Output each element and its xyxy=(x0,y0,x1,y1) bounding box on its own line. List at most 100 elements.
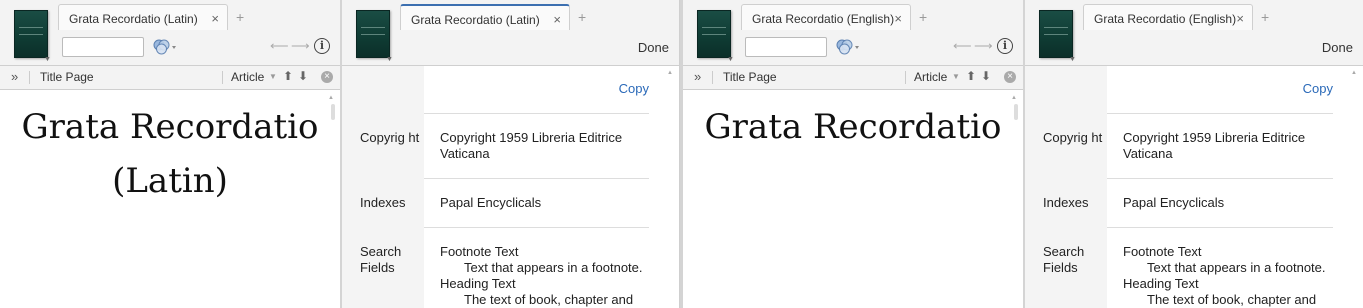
field-name: Heading Text xyxy=(1123,276,1199,291)
close-icon[interactable]: × xyxy=(211,11,219,26)
document-title-line: (Latin) xyxy=(112,161,228,201)
copyright-value: Copyright 1959 Libreria Editrice Vatican… xyxy=(440,130,623,161)
search-input[interactable] xyxy=(745,37,827,57)
field-name: Heading Text xyxy=(440,276,516,291)
close-icon[interactable]: × xyxy=(553,12,561,27)
chevron-down-icon[interactable]: ▼ xyxy=(952,72,960,81)
tab-strip: Grata Recordatio (English) × + xyxy=(741,4,1023,30)
title-page-button[interactable]: Title Page xyxy=(40,70,94,84)
book-cover-thumbnail[interactable] xyxy=(697,10,731,58)
panel-header: ▼ Grata Recordatio (Latin) × + ⟵ ⟶ i xyxy=(0,0,340,66)
scrollbar-thumb[interactable] xyxy=(331,104,335,120)
scroll-up-icon[interactable]: ▲ xyxy=(1351,70,1357,76)
panel-latin-document: ▼ Grata Recordatio (Latin) × + ⟵ ⟶ i » T… xyxy=(0,0,340,308)
forward-arrow-icon[interactable]: ⟶ xyxy=(291,38,310,54)
tab-grata-recordatio-english[interactable]: Grata Recordatio (English) × xyxy=(1083,4,1253,30)
toolbar-divider xyxy=(712,71,713,84)
scrollbar-thumb[interactable] xyxy=(1014,104,1018,120)
tab-label: Grata Recordatio (Latin) xyxy=(411,13,540,27)
clear-icon[interactable]: × xyxy=(1004,71,1016,83)
expand-icon[interactable]: » xyxy=(11,69,18,84)
done-button[interactable]: Done xyxy=(1322,40,1353,55)
book-cover-thumbnail[interactable] xyxy=(14,10,48,58)
document-title-line: Grata Recordatio xyxy=(21,107,319,147)
book-cover-thumbnail[interactable] xyxy=(1039,10,1073,58)
done-button[interactable]: Done xyxy=(638,40,669,55)
title-page-button[interactable]: Title Page xyxy=(723,70,777,84)
field-name: Footnote Text xyxy=(1123,244,1202,259)
close-icon[interactable]: × xyxy=(894,11,902,26)
tab-label: Grata Recordatio (English) xyxy=(752,12,895,26)
indexes-label: Indexes xyxy=(1043,195,1089,210)
search-fields-value: Footnote Text Text that appears in a foo… xyxy=(440,244,655,308)
article-dropdown[interactable]: Article xyxy=(231,70,264,84)
search-fields-label: Search Fields xyxy=(1043,244,1085,275)
panel-header: ▼ Grata Recordatio (English) × + Done xyxy=(1025,0,1363,66)
chevron-down-icon[interactable]: ▼ xyxy=(386,56,393,63)
add-tab-icon[interactable]: + xyxy=(578,9,586,25)
back-arrow-icon[interactable]: ⟵ xyxy=(953,38,972,54)
down-arrow-icon[interactable]: ⬇ xyxy=(298,69,308,83)
panel-header: ▼ Grata Recordatio (English) × + ⟵ ⟶ i xyxy=(683,0,1023,66)
toolbar-divider xyxy=(222,71,223,84)
divider xyxy=(1107,113,1333,114)
add-tab-icon[interactable]: + xyxy=(236,9,244,25)
tab-grata-recordatio-latin[interactable]: Grata Recordatio (Latin) × xyxy=(400,4,570,30)
chevron-down-icon[interactable]: ▼ xyxy=(44,56,51,63)
tab-strip: Grata Recordatio (Latin) × + xyxy=(58,4,340,30)
copy-link[interactable]: Copy xyxy=(619,81,649,96)
resources-icon[interactable] xyxy=(152,38,178,56)
info-icon[interactable]: i xyxy=(314,38,330,54)
tab-label: Grata Recordatio (English) xyxy=(1094,12,1237,26)
close-icon[interactable]: × xyxy=(1236,11,1244,26)
indexes-value: Papal Encyclicals xyxy=(440,195,542,210)
clear-icon[interactable]: × xyxy=(321,71,333,83)
chevron-down-icon[interactable]: ▼ xyxy=(1069,56,1076,63)
toolbar-divider xyxy=(905,71,906,84)
divider xyxy=(424,178,649,179)
info-icon[interactable]: i xyxy=(997,38,1013,54)
divider xyxy=(424,227,649,228)
indexes-label: Indexes xyxy=(360,195,406,210)
search-input[interactable] xyxy=(62,37,144,57)
divider xyxy=(1107,178,1333,179)
copy-link[interactable]: Copy xyxy=(1303,81,1333,96)
indexes-value: Papal Encyclicals xyxy=(1123,195,1225,210)
divider xyxy=(424,113,649,114)
document-title: Grata Recordatio (Latin) xyxy=(0,100,340,208)
tab-grata-recordatio-english[interactable]: Grata Recordatio (English) × xyxy=(741,4,911,30)
forward-arrow-icon[interactable]: ⟶ xyxy=(974,38,993,54)
document-toolbar: » Title Page Article ▼ ⬆ ⬇ × xyxy=(683,66,1023,90)
chevron-down-icon[interactable]: ▼ xyxy=(727,56,734,63)
field-description: Text that appears in a footnote. xyxy=(1147,260,1326,275)
up-arrow-icon[interactable]: ⬆ xyxy=(966,69,976,83)
document-toolbar: » Title Page Article ▼ ⬆ ⬇ × xyxy=(0,66,340,90)
scroll-up-icon[interactable]: ▲ xyxy=(667,70,673,76)
search-fields-label: Search Fields xyxy=(360,244,402,275)
panel-latin-info: ▼ Grata Recordatio (Latin) × + Done ▲ Co… xyxy=(342,0,680,308)
copyright-label: Copyrig ht xyxy=(360,130,420,145)
tab-strip: Grata Recordatio (Latin) × + xyxy=(400,4,679,30)
article-dropdown[interactable]: Article xyxy=(914,70,947,84)
add-tab-icon[interactable]: + xyxy=(919,9,927,25)
down-arrow-icon[interactable]: ⬇ xyxy=(981,69,991,83)
resources-icon[interactable] xyxy=(835,38,861,56)
search-fields-value: Footnote Text Text that appears in a foo… xyxy=(1123,244,1339,308)
tab-grata-recordatio-latin[interactable]: Grata Recordatio (Latin) × xyxy=(58,4,228,30)
toolbar-divider xyxy=(29,71,30,84)
scroll-up-icon[interactable]: ▲ xyxy=(1011,95,1017,101)
add-tab-icon[interactable]: + xyxy=(1261,9,1269,25)
field-name: Footnote Text xyxy=(440,244,519,259)
panel-english-document: ▼ Grata Recordatio (English) × + ⟵ ⟶ i »… xyxy=(683,0,1023,308)
chevron-down-icon[interactable]: ▼ xyxy=(269,72,277,81)
panel-header: ▼ Grata Recordatio (Latin) × + Done xyxy=(342,0,679,66)
scroll-up-icon[interactable]: ▲ xyxy=(328,95,334,101)
field-description: Text that appears in a footnote. xyxy=(464,260,643,275)
field-description: The text of book, chapter and xyxy=(1147,292,1317,307)
panel-english-info: ▼ Grata Recordatio (English) × + Done ▲ … xyxy=(1025,0,1363,308)
book-cover-thumbnail[interactable] xyxy=(356,10,390,58)
back-arrow-icon[interactable]: ⟵ xyxy=(270,38,289,54)
expand-icon[interactable]: » xyxy=(694,69,701,84)
up-arrow-icon[interactable]: ⬆ xyxy=(283,69,293,83)
copyright-label: Copyrig ht xyxy=(1043,130,1103,145)
